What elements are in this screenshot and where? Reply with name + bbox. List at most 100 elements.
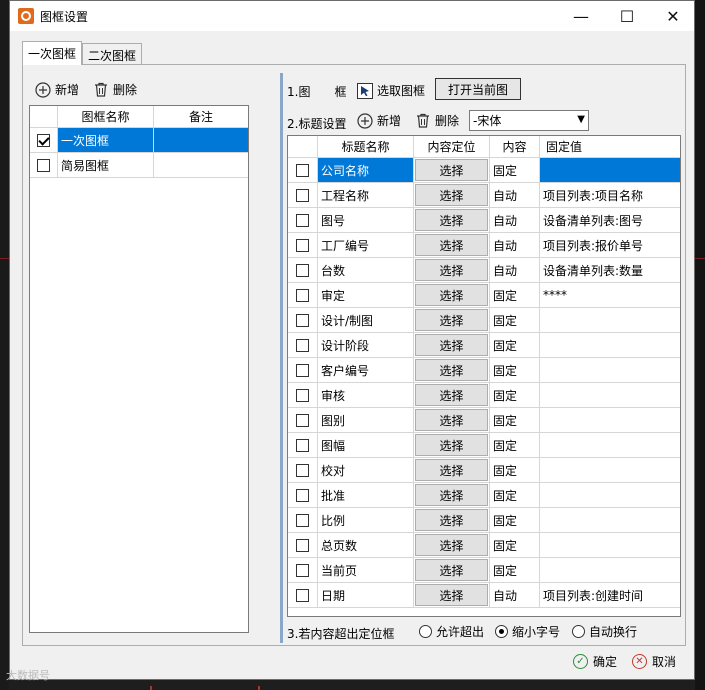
fixed-value-cell[interactable] [540,308,680,332]
row-checkbox[interactable] [37,158,50,172]
title-name-cell[interactable]: 校对 [318,458,414,482]
fixed-value-cell[interactable] [540,433,680,457]
frame-note-cell[interactable] [154,153,248,177]
cancel-button[interactable]: ✕ 取消 [632,653,676,670]
select-position-button[interactable]: 选择 [415,334,488,356]
title-name-cell[interactable]: 审核 [318,383,414,407]
maximize-button[interactable]: ☐ [604,1,650,31]
tab-secondary-frame[interactable]: 二次图框 [82,43,143,65]
content-mode-cell[interactable]: 自动 [490,583,540,607]
title-name-cell[interactable]: 图幅 [318,433,414,457]
row-checkbox[interactable] [296,488,309,502]
table-row[interactable]: 台数 选择 自动 设备清单列表:数量 [288,258,680,283]
row-checkbox[interactable] [296,163,309,177]
row-checkbox[interactable] [37,133,50,147]
content-mode-cell[interactable]: 固定 [490,333,540,357]
fixed-value-cell[interactable] [540,358,680,382]
pick-frame-button[interactable]: 选取图框 [357,82,425,99]
open-current-drawing-button[interactable]: 打开当前图 [435,78,521,100]
content-mode-cell[interactable]: 自动 [490,183,540,207]
content-mode-cell[interactable]: 固定 [490,158,540,182]
radio-auto-wrap[interactable] [572,625,585,638]
row-checkbox[interactable] [296,238,309,252]
row-checkbox[interactable] [296,338,309,352]
tab-primary-frame[interactable]: 一次图框 [22,41,83,65]
row-checkbox[interactable] [296,563,309,577]
select-position-button[interactable]: 选择 [415,409,488,431]
title-name-cell[interactable]: 比例 [318,508,414,532]
select-position-button[interactable]: 选择 [415,234,488,256]
content-mode-cell[interactable]: 固定 [490,483,540,507]
fixed-value-cell[interactable] [540,483,680,507]
fixed-value-cell[interactable]: 设备清单列表:数量 [540,258,680,282]
fixed-value-cell[interactable] [540,408,680,432]
fixed-value-cell[interactable] [540,508,680,532]
title-name-cell[interactable]: 设计阶段 [318,333,414,357]
select-position-button[interactable]: 选择 [415,259,488,281]
title-name-cell[interactable]: 图别 [318,408,414,432]
title-name-cell[interactable]: 设计/制图 [318,308,414,332]
content-mode-cell[interactable]: 固定 [490,458,540,482]
table-row[interactable]: 图号 选择 自动 设备清单列表:图号 [288,208,680,233]
ok-button[interactable]: ✓ 确定 [573,653,617,670]
select-position-button[interactable]: 选择 [415,509,488,531]
frame-add-button[interactable]: 新增 [35,81,79,98]
row-checkbox[interactable] [296,313,309,327]
fixed-value-cell[interactable]: **** [540,283,680,307]
select-position-button[interactable]: 选择 [415,584,488,606]
select-position-button[interactable]: 选择 [415,534,488,556]
fixed-value-cell[interactable] [540,558,680,582]
select-position-button[interactable]: 选择 [415,284,488,306]
select-position-button[interactable]: 选择 [415,184,488,206]
table-row[interactable]: 设计阶段 选择 固定 [288,333,680,358]
content-mode-cell[interactable]: 自动 [490,208,540,232]
panel-splitter[interactable] [280,73,283,643]
fixed-value-cell[interactable]: 项目列表:项目名称 [540,183,680,207]
fixed-value-cell[interactable] [540,158,680,182]
frame-delete-button[interactable]: 删除 [93,81,137,98]
content-mode-cell[interactable]: 自动 [490,258,540,282]
select-position-button[interactable]: 选择 [415,384,488,406]
fixed-value-cell[interactable] [540,383,680,407]
title-name-cell[interactable]: 图号 [318,208,414,232]
select-position-button[interactable]: 选择 [415,434,488,456]
font-select[interactable]: -宋体 ▼ [469,110,589,131]
content-mode-cell[interactable]: 固定 [490,408,540,432]
content-mode-cell[interactable]: 固定 [490,283,540,307]
row-checkbox[interactable] [296,188,309,202]
content-mode-cell[interactable]: 自动 [490,233,540,257]
select-position-button[interactable]: 选择 [415,309,488,331]
title-name-cell[interactable]: 公司名称 [318,158,414,182]
option-shrink-font[interactable]: 缩小字号 [495,623,560,640]
frame-note-cell[interactable] [154,128,248,152]
content-mode-cell[interactable]: 固定 [490,508,540,532]
select-position-button[interactable]: 选择 [415,459,488,481]
fixed-value-cell[interactable]: 设备清单列表:图号 [540,208,680,232]
table-row[interactable]: 当前页 选择 固定 [288,558,680,583]
table-row[interactable]: 比例 选择 固定 [288,508,680,533]
row-checkbox[interactable] [296,463,309,477]
table-row[interactable]: 工厂编号 选择 自动 项目列表:报价单号 [288,233,680,258]
row-checkbox[interactable] [296,388,309,402]
fixed-value-cell[interactable] [540,333,680,357]
row-checkbox[interactable] [296,438,309,452]
table-row[interactable]: 校对 选择 固定 [288,458,680,483]
select-position-button[interactable]: 选择 [415,209,488,231]
table-row[interactable]: 客户编号 选择 固定 [288,358,680,383]
row-checkbox[interactable] [296,513,309,527]
title-name-cell[interactable]: 客户编号 [318,358,414,382]
row-checkbox[interactable] [296,288,309,302]
select-position-button[interactable]: 选择 [415,559,488,581]
table-row[interactable]: 审核 选择 固定 [288,383,680,408]
title-name-cell[interactable]: 工程名称 [318,183,414,207]
radio-shrink-font[interactable] [495,625,508,638]
table-row[interactable]: 审定 选择 固定 **** [288,283,680,308]
select-position-button[interactable]: 选择 [415,159,488,181]
row-checkbox[interactable] [296,588,309,602]
option-auto-wrap[interactable]: 自动换行 [572,623,637,640]
fixed-value-cell[interactable]: 项目列表:创建时间 [540,583,680,607]
title-delete-button[interactable]: 删除 [415,112,459,129]
row-checkbox[interactable] [296,263,309,277]
table-row[interactable]: 简易图框 [30,153,248,178]
fixed-value-cell[interactable] [540,458,680,482]
